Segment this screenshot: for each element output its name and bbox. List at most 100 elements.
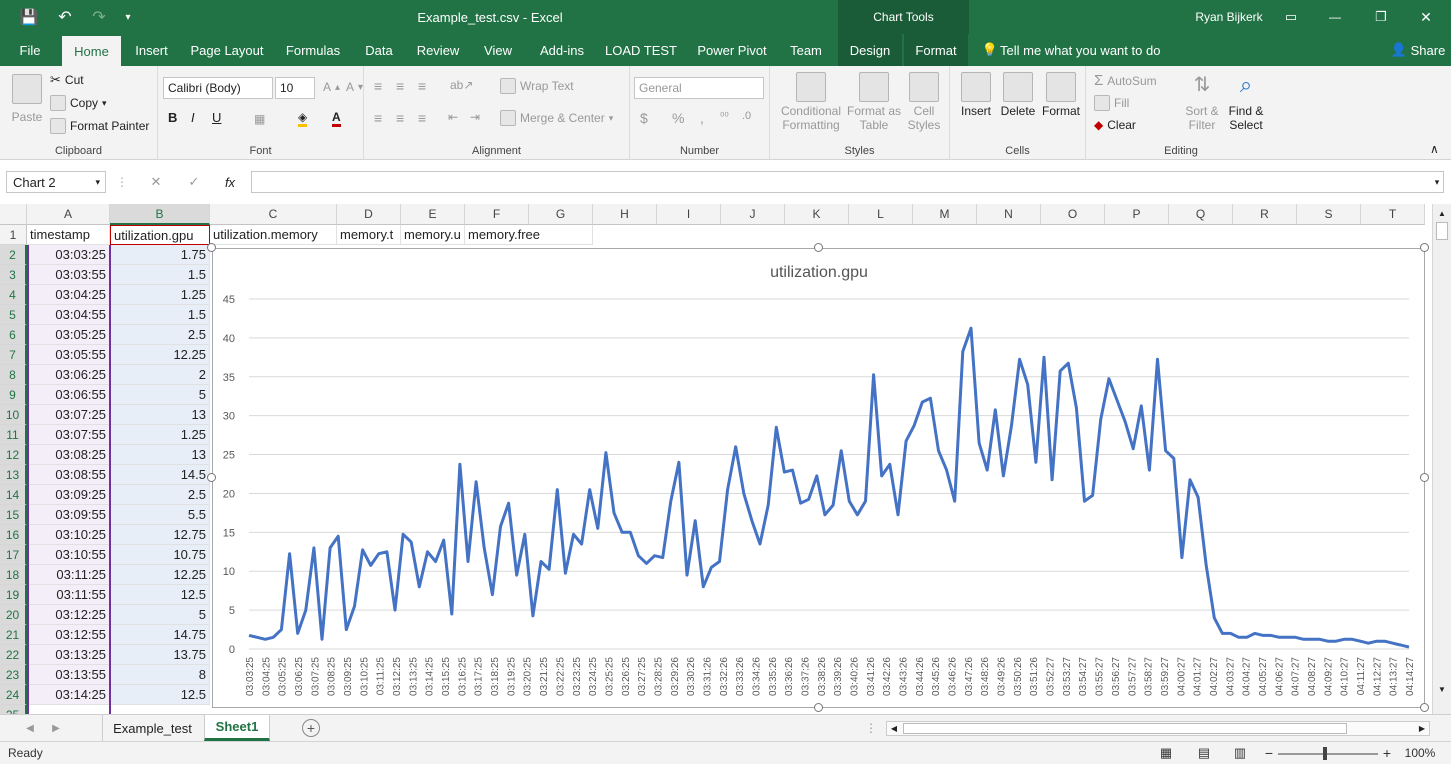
close-button[interactable]: ✕ [1411, 7, 1441, 27]
utilization-gpu-cell[interactable]: 12.5 [110, 585, 210, 605]
column-header-r[interactable]: R [1233, 204, 1297, 225]
font-family-select[interactable]: Calibri (Body) [163, 77, 273, 99]
restore-button[interactable]: ❐ [1366, 7, 1396, 27]
row-header-14[interactable]: 14 [0, 485, 27, 505]
utilization-gpu-cell[interactable]: 8 [110, 665, 210, 685]
sheet-tab-sheet1[interactable]: Sheet1 [204, 715, 270, 741]
row-header-11[interactable]: 11 [0, 425, 27, 445]
scroll-left-icon[interactable]: ◀ [887, 722, 901, 735]
align-top-icon[interactable]: ≡ [374, 78, 382, 94]
timestamp-cell[interactable]: 03:09:55 [27, 505, 110, 525]
font-grow-icon[interactable]: A ▴ [323, 80, 340, 94]
timestamp-cell[interactable]: 03:05:55 [27, 345, 110, 365]
percent-button[interactable]: % [672, 110, 684, 126]
merge-center-button[interactable]: Merge & Center ▾ [500, 110, 613, 126]
fill-button[interactable]: Fill [1094, 95, 1129, 111]
row-header-9[interactable]: 9 [0, 385, 27, 405]
column-header-e[interactable]: E [401, 204, 465, 225]
currency-button[interactable]: $ [640, 110, 648, 126]
italic-button[interactable]: I [191, 110, 195, 125]
zoom-slider-thumb[interactable] [1323, 747, 1327, 760]
utilization-gpu-cell[interactable]: 10.75 [110, 545, 210, 565]
zoom-in-button[interactable]: + [1380, 744, 1394, 762]
column-header-f[interactable]: F [465, 204, 529, 225]
number-format-select[interactable]: General [634, 77, 764, 99]
increase-decimal-button[interactable]: ⁰⁰ [720, 110, 729, 123]
timestamp-cell[interactable]: 03:11:55 [27, 585, 110, 605]
cell-styles-button[interactable]: Cell Styles [904, 72, 944, 132]
insert-cells-button[interactable]: Insert [956, 72, 996, 118]
font-color-icon[interactable]: A [332, 110, 341, 127]
fill-color-icon[interactable]: ◈ [298, 110, 308, 127]
utilization-gpu-cell[interactable]: 13.75 [110, 645, 210, 665]
autosum-button[interactable]: Σ AutoSum [1094, 72, 1157, 89]
collapse-ribbon-icon[interactable]: ∧ [1430, 142, 1439, 156]
timestamp-cell[interactable]: 03:07:25 [27, 405, 110, 425]
decrease-indent-icon[interactable]: ⇤ [448, 110, 458, 124]
column-header-o[interactable]: O [1041, 204, 1105, 225]
utilization-gpu-cell[interactable]: 2.5 [110, 325, 210, 345]
undo-icon[interactable]: ↶ [50, 7, 80, 27]
customize-qat-icon[interactable]: ▾ [118, 7, 138, 27]
chart-handle-tl[interactable] [207, 243, 216, 252]
row-header-6[interactable]: 6 [0, 325, 27, 345]
cell-a1[interactable]: timestamp [27, 225, 110, 245]
bold-button[interactable]: B [168, 110, 177, 125]
row-header-19[interactable]: 19 [0, 585, 27, 605]
column-header-m[interactable]: M [913, 204, 977, 225]
timestamp-cell[interactable]: 03:10:55 [27, 545, 110, 565]
delete-cells-button[interactable]: Delete [998, 72, 1038, 118]
copy-button[interactable]: Copy ▾ [50, 95, 107, 111]
format-as-table-button[interactable]: Format as Table [846, 72, 902, 132]
utilization-gpu-cell[interactable]: 13 [110, 405, 210, 425]
expand-formula-bar-icon[interactable]: ▾ [1430, 173, 1444, 191]
row-header-13[interactable]: 13 [0, 465, 27, 485]
cell-f1[interactable]: memory.free [465, 225, 593, 245]
tab-insert[interactable]: Insert [128, 34, 175, 66]
name-box[interactable]: Chart 2 ▾ [6, 171, 106, 193]
utilization-gpu-cell[interactable]: 1.5 [110, 265, 210, 285]
row-header-23[interactable]: 23 [0, 665, 27, 685]
row-header-24[interactable]: 24 [0, 685, 27, 705]
scroll-right-icon[interactable]: ▶ [1415, 722, 1429, 735]
save-icon[interactable]: 💾 [18, 7, 40, 27]
utilization-gpu-cell[interactable]: 1.25 [110, 425, 210, 445]
formula-bar-splitter[interactable]: ⋮ [116, 172, 128, 192]
clear-button[interactable]: ◆ Clear [1094, 118, 1136, 132]
align-bottom-icon[interactable]: ≡ [418, 78, 426, 94]
column-header-j[interactable]: J [721, 204, 785, 225]
scroll-down-icon[interactable]: ▼ [1435, 682, 1449, 696]
page-break-view-icon[interactable]: ▥ [1230, 744, 1250, 762]
row-header-18[interactable]: 18 [0, 565, 27, 585]
share-icon[interactable]: 👤 [1390, 40, 1408, 60]
align-middle-icon[interactable]: ≡ [396, 78, 404, 94]
format-cells-button[interactable]: Format [1040, 72, 1082, 118]
comma-button[interactable]: , [700, 110, 704, 126]
row-header-7[interactable]: 7 [0, 345, 27, 365]
utilization-gpu-cell[interactable]: 12.25 [110, 345, 210, 365]
utilization-gpu-cell[interactable]: 12.5 [110, 685, 210, 705]
scroll-up-icon[interactable]: ▲ [1435, 206, 1449, 220]
worksheet-grid[interactable]: ABCDEFGHIJKLMNOPQRST 1 2 3 4 5 6 7 8 9 10 11 12 13 14… [0, 204, 1451, 714]
utilization-gpu-cell[interactable]: 2.5 [110, 485, 210, 505]
timestamp-cell[interactable]: 03:13:25 [27, 645, 110, 665]
timestamp-cell[interactable]: 03:04:25 [27, 285, 110, 305]
timestamp-cell[interactable]: 03:03:55 [27, 265, 110, 285]
row-header-12[interactable]: 12 [0, 445, 27, 465]
page-layout-view-icon[interactable]: ▤ [1194, 744, 1214, 762]
cell-e1[interactable]: memory.u [401, 225, 465, 245]
tab-review[interactable]: Review [412, 34, 464, 66]
utilization-gpu-cell[interactable]: 2 [110, 365, 210, 385]
timestamp-cell[interactable]: 03:10:25 [27, 525, 110, 545]
column-header-n[interactable]: N [977, 204, 1041, 225]
column-header-i[interactable]: I [657, 204, 721, 225]
horizontal-scroll-thumb[interactable] [903, 723, 1347, 734]
cancel-entry-button[interactable]: ✕ [142, 172, 170, 192]
column-header-d[interactable]: D [337, 204, 401, 225]
paste-button[interactable]: Paste [8, 74, 46, 124]
align-center-icon[interactable]: ≡ [396, 110, 404, 126]
prev-sheet-icon[interactable]: ◀ [22, 719, 38, 737]
chart-title[interactable]: utilization.gpu [770, 264, 868, 281]
column-header-l[interactable]: L [849, 204, 913, 225]
tab-file[interactable]: File [8, 34, 52, 66]
